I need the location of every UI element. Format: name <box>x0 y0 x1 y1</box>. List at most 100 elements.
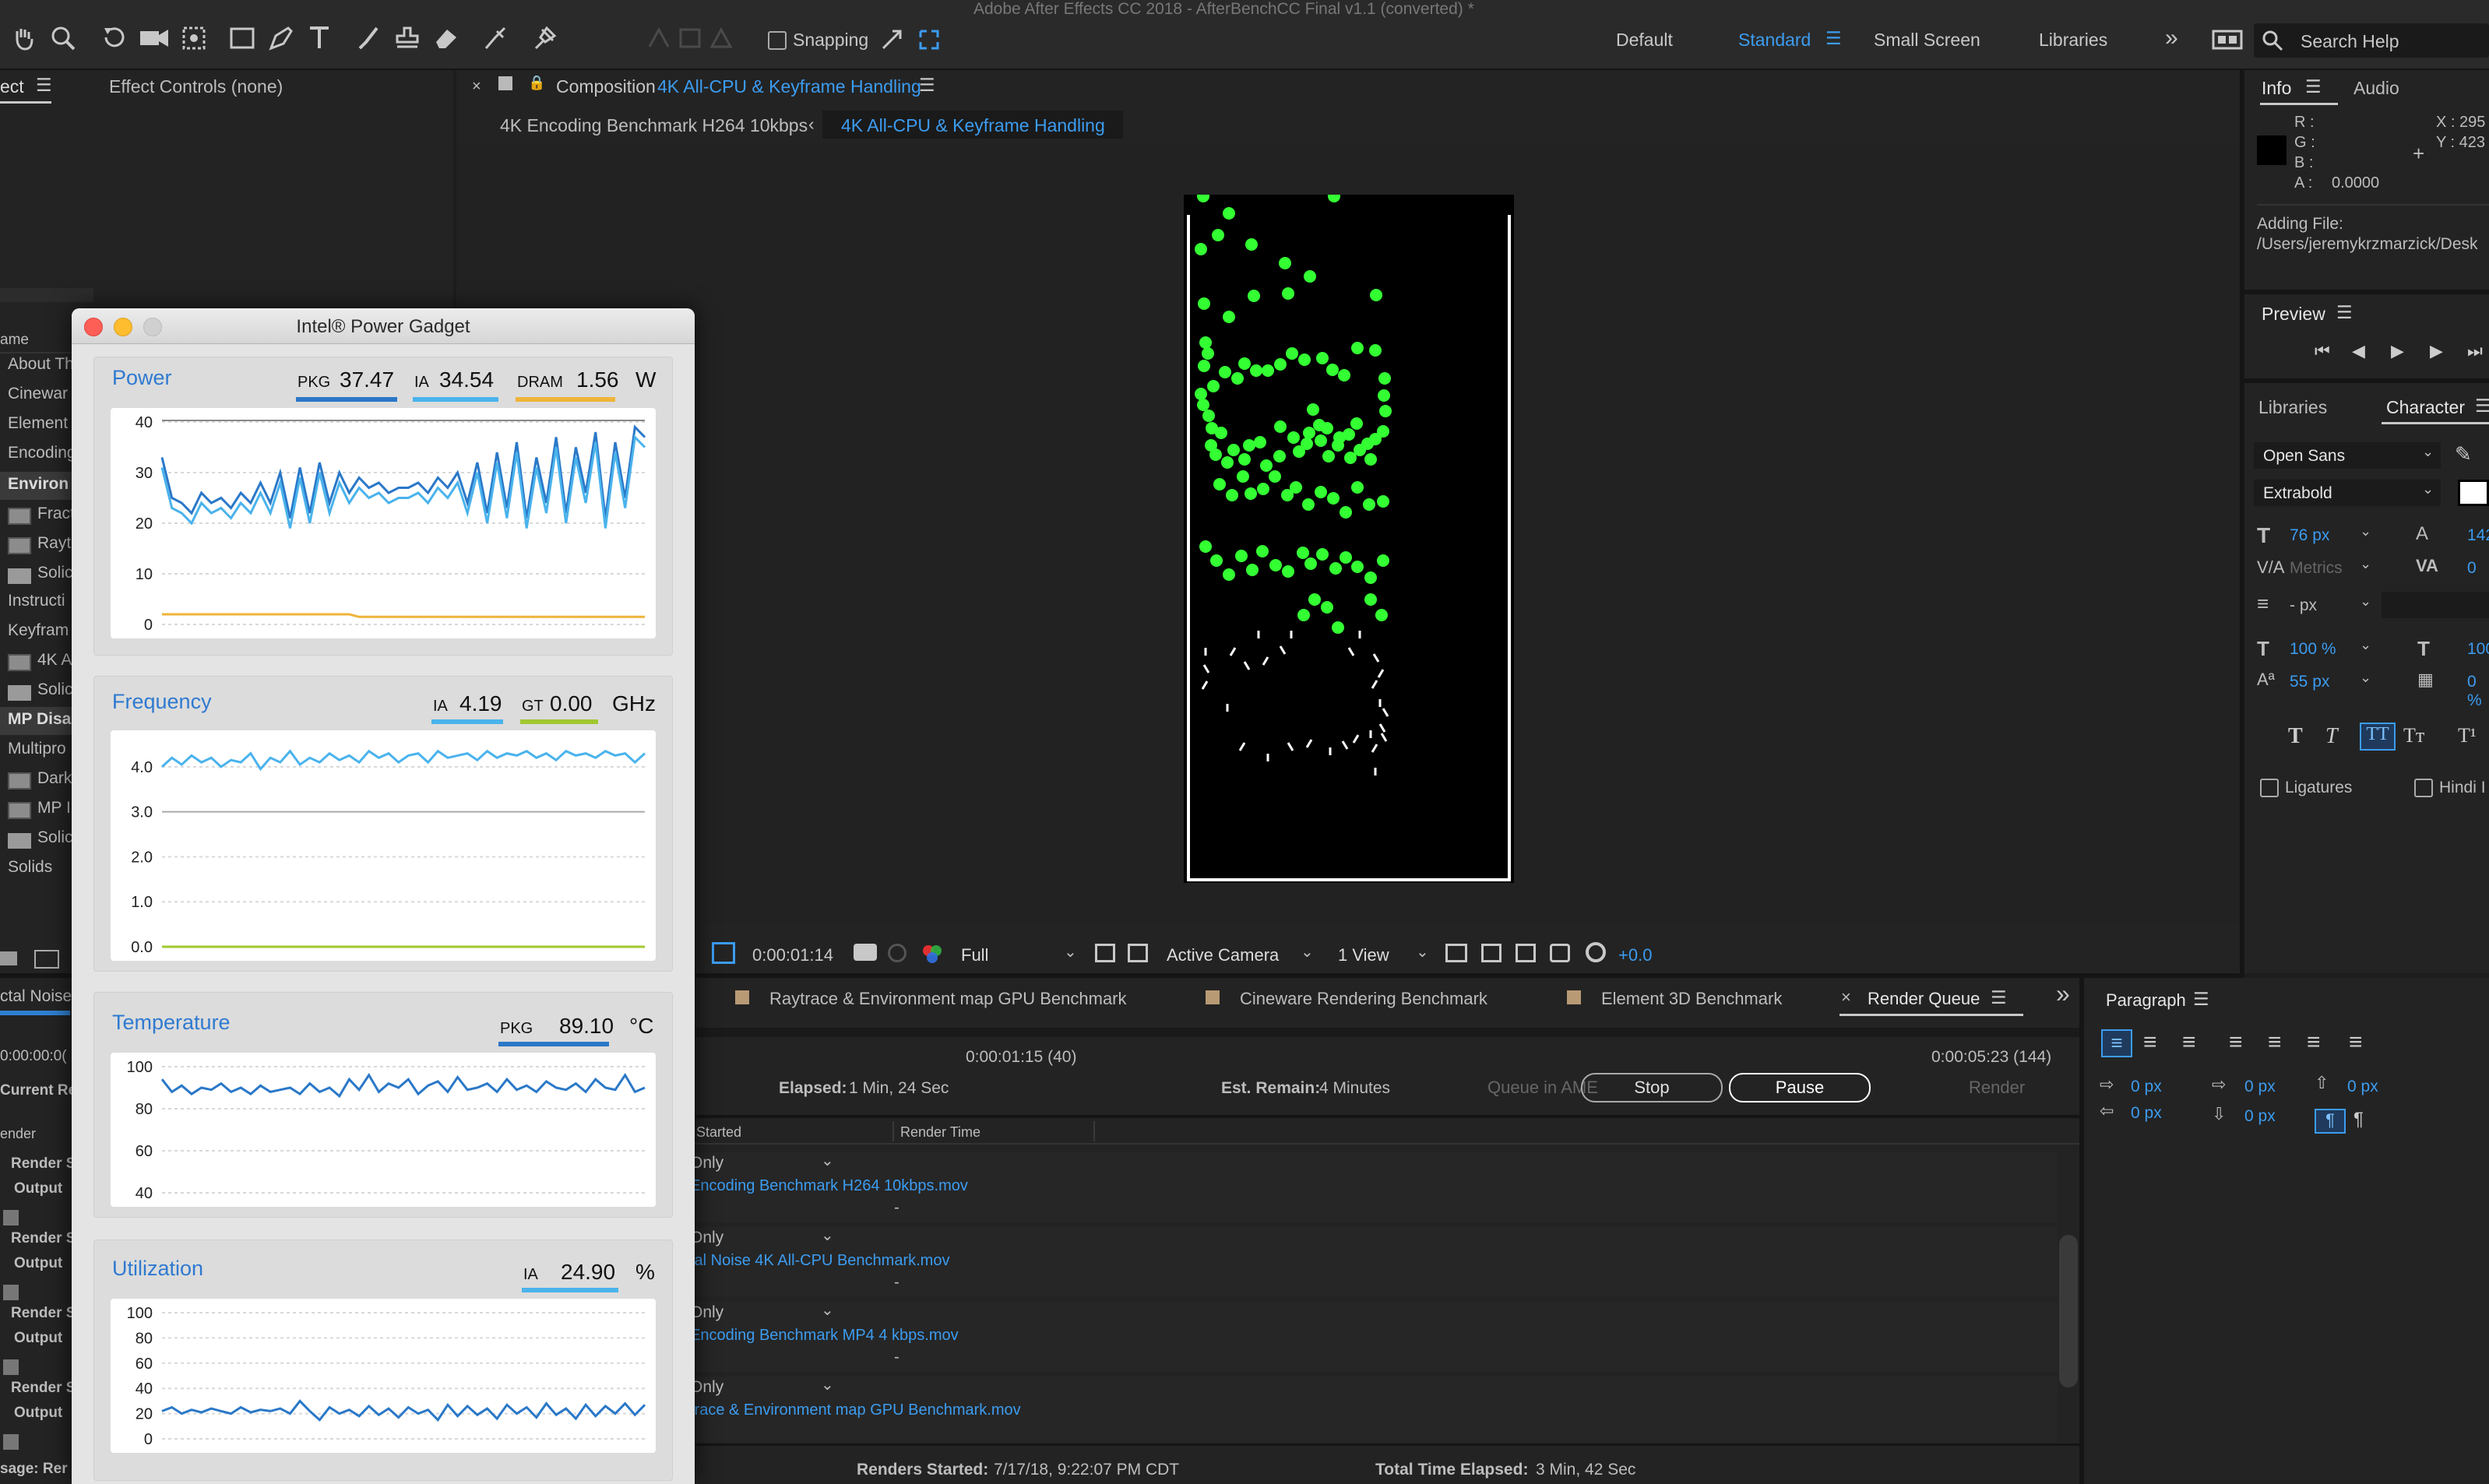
output-file-link[interactable]: trace & Environment map GPU Benchmark.mo… <box>690 1401 1021 1419</box>
list-item[interactable]: Multipro <box>8 740 66 758</box>
fill-color-swatch[interactable] <box>2458 480 2489 506</box>
list-item[interactable]: Solic <box>37 680 73 699</box>
justify-last-right-icon[interactable]: ≡ <box>2307 1029 2321 1056</box>
tab-project-menu-icon[interactable]: ☰ <box>36 75 52 96</box>
breadcrumb-parent[interactable]: 4K Encoding Benchmark H264 10kbps <box>500 115 808 136</box>
render-settings-select[interactable]: Only <box>690 1229 723 1247</box>
render-settings-select[interactable]: Only <box>690 1154 723 1173</box>
tab-info[interactable]: Info <box>2262 78 2291 99</box>
next-frame-icon[interactable]: ▶ <box>2430 341 2443 361</box>
tracking-value[interactable]: 0 <box>2467 559 2477 578</box>
more-workspaces-icon[interactable]: » <box>2165 25 2178 51</box>
align-left-icon[interactable]: ≡ <box>2101 1029 2132 1057</box>
rotate-tool-icon[interactable] <box>101 25 128 51</box>
hand-tool-icon[interactable] <box>11 25 37 51</box>
kerning-value[interactable]: Metrics <box>2290 559 2343 578</box>
fast-previews-icon[interactable] <box>1095 944 1115 962</box>
superscript-icon[interactable]: T¹ <box>2458 724 2477 747</box>
list-item[interactable]: Cinewar <box>8 385 68 403</box>
region-of-interest-icon[interactable] <box>712 942 735 964</box>
fast-preview-icon[interactable] <box>1481 944 1501 962</box>
list-item[interactable]: Environ <box>8 475 69 494</box>
puppet-pin-tool-icon[interactable] <box>531 25 558 51</box>
last-frame-icon[interactable]: ⏭ <box>2467 341 2483 361</box>
zoom-tool-icon[interactable] <box>50 25 76 51</box>
composition-tab-prefix[interactable]: Composition <box>556 76 656 97</box>
render-settings-select[interactable]: Only <box>690 1303 723 1322</box>
ltr-direction-icon[interactable]: ¶ <box>2315 1109 2346 1134</box>
pixel-aspect-icon[interactable] <box>1445 944 1467 962</box>
stroke-type-select[interactable] <box>2382 592 2489 618</box>
eyedropper-icon[interactable]: ✎ <box>2455 442 2472 466</box>
snapshot-icon[interactable] <box>854 944 877 961</box>
leading-value[interactable]: 142 <box>2467 526 2489 545</box>
indent-right-value[interactable]: 0 px <box>2131 1104 2162 1123</box>
col-started[interactable]: Started <box>696 1124 741 1141</box>
list-item[interactable]: Encoding <box>8 444 76 462</box>
justify-all-icon[interactable]: ≡ <box>2349 1029 2363 1056</box>
list-item[interactable]: About Th <box>8 355 74 374</box>
first-frame-icon[interactable]: ⏮ <box>2315 341 2330 361</box>
list-item[interactable]: Solids <box>8 858 52 877</box>
font-size-value[interactable]: 76 px <box>2290 526 2329 545</box>
stop-button[interactable]: Stop <box>1581 1073 1723 1102</box>
snapping-checkbox[interactable] <box>768 31 787 50</box>
stroke-width-value[interactable]: - px <box>2290 596 2317 615</box>
list-item[interactable]: Instructi <box>8 592 65 610</box>
paragraph-title[interactable]: Paragraph <box>2106 990 2186 1011</box>
indent-left-value[interactable]: 0 px <box>2131 1078 2162 1096</box>
snap-arrow-icon[interactable] <box>880 28 903 51</box>
baseline-shift-value[interactable]: 55 px <box>2290 673 2329 691</box>
render-checkbox[interactable] <box>3 1285 19 1300</box>
list-item[interactable]: 4K A <box>37 651 72 670</box>
camera-view-value[interactable]: Active Camera <box>1167 945 1279 965</box>
tab-render-queue[interactable]: Render Queue <box>1868 989 1980 1009</box>
breadcrumb-current[interactable]: 4K All-CPU & Keyframe Handling <box>841 115 1105 136</box>
list-item[interactable]: Fract <box>37 505 75 523</box>
hindi-digits-checkbox[interactable] <box>2414 779 2433 797</box>
space-after-value[interactable]: 0 px <box>2244 1107 2276 1126</box>
channel-icon[interactable] <box>921 942 944 965</box>
small-caps-icon[interactable]: Tᴛ <box>2403 724 2424 747</box>
align-right-icon[interactable]: ≡ <box>2182 1029 2196 1056</box>
workspace-small-screen[interactable]: Small Screen <box>1874 30 1980 51</box>
tab-effect-controls[interactable]: Effect Controls (none) <box>109 76 283 97</box>
exposure-value[interactable]: +0.0 <box>1618 945 1652 965</box>
scrollbar[interactable] <box>2059 1235 2078 1387</box>
pen-tool-icon[interactable] <box>268 25 294 51</box>
list-item[interactable]: Dark <box>37 769 72 788</box>
close-tab-icon[interactable]: × <box>1841 987 1851 1008</box>
timeline-icon[interactable] <box>1516 944 1536 962</box>
folder-icon[interactable] <box>0 951 17 965</box>
info-menu-icon[interactable]: ☰ <box>2305 76 2322 97</box>
brush-tool-icon[interactable] <box>355 25 382 51</box>
current-time[interactable]: 0:00:01:14 <box>752 945 833 965</box>
view-layout-value[interactable]: 1 View <box>1338 945 1389 965</box>
render-settings-select[interactable]: Only <box>690 1378 723 1397</box>
faux-italic-icon[interactable]: T <box>2325 724 2338 749</box>
preview-title[interactable]: Preview <box>2262 304 2325 325</box>
rectangle-tool-icon[interactable] <box>229 25 255 51</box>
list-item[interactable]: Solic <box>37 828 73 847</box>
flowchart-icon[interactable] <box>1550 944 1570 962</box>
list-item[interactable]: Keyfram <box>8 621 69 640</box>
tsume-value[interactable]: 0 % <box>2467 673 2489 710</box>
list-item[interactable]: MP I <box>37 799 71 818</box>
render-button[interactable]: Render <box>1969 1078 2025 1098</box>
justify-last-center-icon[interactable]: ≡ <box>2268 1029 2282 1056</box>
previous-frame-icon[interactable]: ◀ <box>2352 341 2365 361</box>
rtl-direction-icon[interactable]: ¶ <box>2353 1109 2364 1131</box>
render-queue-menu-icon[interactable]: ☰ <box>1991 987 2007 1008</box>
tab-libraries[interactable]: Libraries <box>2258 397 2327 418</box>
horizontal-scale-value[interactable]: 100 <box>2467 640 2489 659</box>
composition-menu-icon[interactable]: ☰ <box>919 75 935 96</box>
timeline-tab[interactable]: ctal Noise <box>0 987 72 1006</box>
tab-raytrace[interactable]: Raytrace & Environment map GPU Benchmark <box>769 989 1127 1009</box>
workspace-libraries[interactable]: Libraries <box>2039 30 2107 51</box>
new-composition-icon[interactable] <box>34 950 59 969</box>
workspace-toggle-icon[interactable] <box>2212 30 2243 50</box>
indent-first-value[interactable]: 0 px <box>2244 1078 2276 1096</box>
type-tool-icon[interactable] <box>307 25 338 51</box>
tab-cineware[interactable]: Cineware Rendering Benchmark <box>1240 989 1487 1009</box>
composition-canvas[interactable] <box>1184 195 1514 883</box>
